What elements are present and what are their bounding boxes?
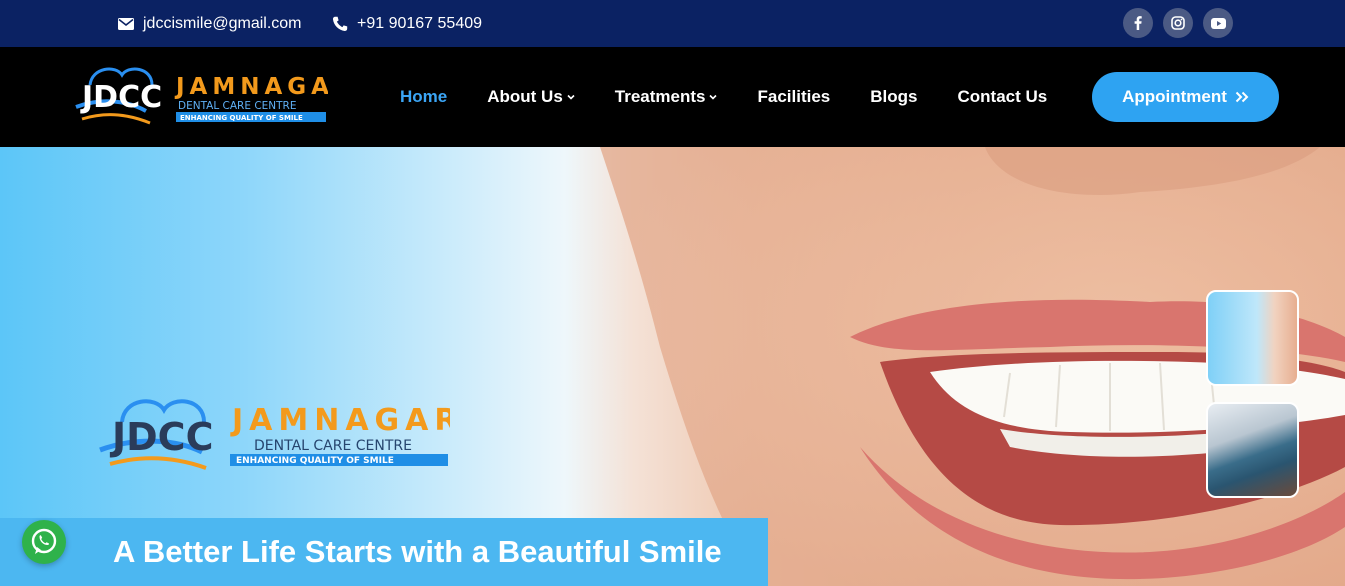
nav-item-facilities[interactable]: Facilities [757,87,830,107]
hero-logo-subtitle-text: DENTAL CARE CENTRE [254,438,412,454]
hero-logo: JDCC JAMNAGAR DENTAL CARE CENTRE ENHANCI… [99,399,450,470]
email-link[interactable]: jdccismile@gmail.com [118,0,302,47]
nav-item-label: Facilities [757,87,831,106]
chevron-down-icon [567,94,575,100]
nav-item-label: Contact Us [957,87,1048,106]
appointment-button-label: Appointment [1122,87,1227,106]
phone-link[interactable]: +91 90167 55409 [332,0,482,47]
instagram-icon [1171,16,1185,30]
whatsapp-icon [31,528,57,554]
hero-logo-tagline-text: ENHANCING QUALITY OF SMILE [236,456,394,466]
phone-text: +91 90167 55409 [357,14,483,32]
hero-logo-name-text: JAMNAGAR [230,403,450,438]
nav-item-treatments[interactable]: Treatments [615,87,718,107]
nav-item-about-us[interactable]: About Us [487,87,575,107]
youtube-link[interactable] [1203,8,1233,38]
logo-subtitle-text: DENTAL CARE CENTRE [178,100,297,112]
social-links [1123,8,1233,38]
envelope-icon [118,17,134,30]
logo-name-text: JAMNAGAR [174,74,328,100]
site-logo[interactable]: JDCC JAMNAGAR DENTAL CARE CENTRE ENHANCI… [72,61,328,133]
tagline-banner: A Better Life Starts with a Beautiful Sm… [0,518,768,586]
facebook-link[interactable] [1123,8,1153,38]
main-navbar: JDCC JAMNAGAR DENTAL CARE CENTRE ENHANCI… [0,47,1345,147]
hero-slider: JDCC JAMNAGAR DENTAL CARE CENTRE ENHANCI… [0,147,1345,586]
instagram-link[interactable] [1163,8,1193,38]
youtube-icon [1210,17,1226,29]
hero-tagline: A Better Life Starts with a Beautiful Sm… [113,534,722,569]
logo-tagline-text: ENHANCING QUALITY OF SMILE [180,114,303,122]
slide-thumbnail[interactable] [1206,290,1299,386]
hero-logo-mark-text: JDCC [109,415,213,459]
slide-thumbnail[interactable] [1206,402,1299,498]
logo-mark-text: JDCC [80,80,162,115]
nav-item-label: About Us [487,87,563,106]
nav-item-home[interactable]: Home [400,87,447,107]
nav-item-label: Home [400,87,448,106]
phone-icon [332,16,348,31]
nav-item-blogs[interactable]: Blogs [870,87,917,107]
chevron-down-icon [709,94,718,100]
top-bar: jdccismile@gmail.com +91 90167 55409 [0,0,1345,47]
facebook-icon [1134,16,1142,30]
nav-item-label: Blogs [870,87,918,106]
whatsapp-chat-button[interactable] [22,520,66,564]
appointment-button[interactable]: Appointment [1092,72,1279,122]
nav-item-contact-us[interactable]: Contact Us [957,87,1047,107]
nav-item-label: Treatments [614,87,706,106]
double-chevron-right-icon [1235,91,1249,103]
nav-menu: Home About Us Treatments Facilities Blog… [400,47,1047,147]
email-text: jdccismile@gmail.com [143,14,302,32]
